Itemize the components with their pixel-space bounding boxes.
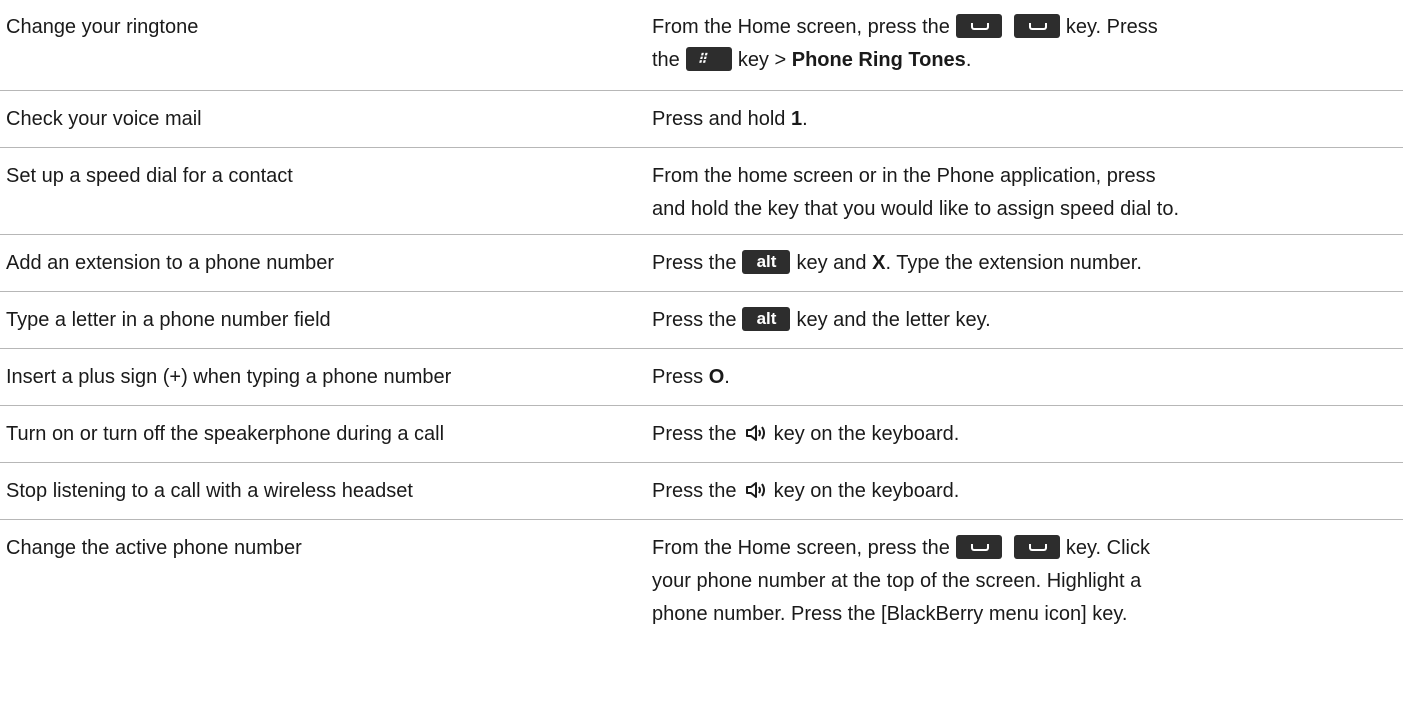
alt-key-icon: alt	[742, 306, 791, 331]
table-row: Insert a plus sign (+) when typing a pho…	[0, 349, 1403, 406]
speakerphone-key-icon	[746, 481, 766, 498]
task-label: Add an extension to a phone number	[6, 252, 335, 274]
send-key-icon	[955, 13, 1002, 38]
table-row: Turn on or turn off the speakerphone dur…	[0, 406, 1403, 463]
send-key-icon	[1013, 13, 1060, 38]
send-key-icon	[955, 534, 1002, 559]
task-label: Insert a plus sign (+) when typing a pho…	[6, 366, 452, 388]
task-label: Turn on or turn off the speakerphone dur…	[6, 423, 445, 445]
table-row: Set up a speed dial for a contact From t…	[0, 148, 1403, 235]
instruction: Press and hold 1.	[652, 108, 808, 130]
task-label: Stop listening to a call with a wireless…	[6, 480, 413, 502]
instruction: Press the alt key and X. Type the extensio…	[652, 249, 1142, 274]
table-row: Change the active phone number From the …	[0, 520, 1403, 711]
instruction: From the Home screen, press the key. Clic…	[652, 532, 1400, 631]
instruction: Press the key on the keyboard.	[652, 480, 960, 502]
table-row: Check your voice mail Press and hold 1.	[0, 91, 1403, 148]
send-key-icon	[1013, 534, 1060, 559]
instruction: From the Home screen, press the key. Pres…	[652, 11, 1400, 77]
task-label: Set up a speed dial for a contact	[6, 165, 293, 187]
instruction: Press the key on the keyboard.	[652, 423, 960, 445]
table-row: Type a letter in a phone number field Pr…	[0, 292, 1403, 349]
instruction: Press the alt key and the letter key.	[652, 306, 991, 331]
blackberry-menu-key-icon: ⁝⁝	[685, 46, 732, 71]
table-row: Change your ringtone From the Home scree…	[0, 0, 1403, 91]
instruction: From the home screen or in the Phone app…	[652, 165, 1180, 220]
table-row: Stop listening to a call with a wireless…	[0, 463, 1403, 520]
task-label: Type a letter in a phone number field	[6, 309, 331, 331]
task-label: Change your ringtone	[6, 16, 199, 38]
instruction: Press O.	[652, 366, 730, 388]
task-label: Change the active phone number	[6, 537, 302, 559]
table-row: Add an extension to a phone number Press…	[0, 235, 1403, 292]
task-label: Check your voice mail	[6, 108, 202, 130]
speakerphone-key-icon	[746, 424, 766, 441]
alt-key-icon: alt	[742, 249, 791, 274]
